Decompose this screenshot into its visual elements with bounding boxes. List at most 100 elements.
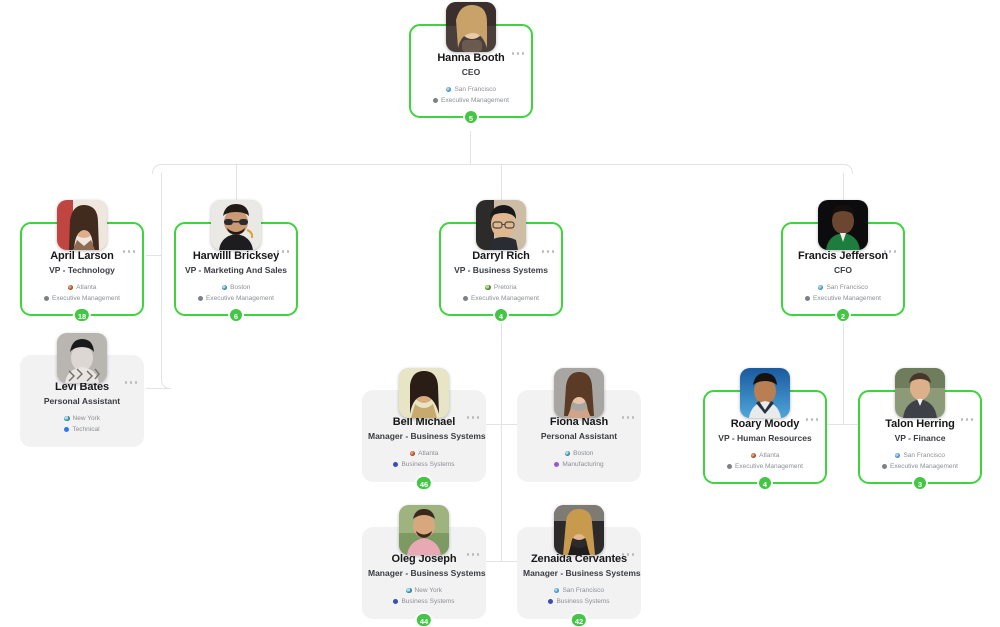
department-dot-icon: [548, 599, 554, 604]
person-title: CFO: [834, 265, 852, 275]
department-dot-icon: [882, 464, 888, 469]
department-dot-icon: [433, 98, 439, 103]
location-label: Boston: [230, 284, 251, 291]
more-options-icon[interactable]: [883, 250, 896, 253]
person-meta: Atlanta Executive Management: [711, 450, 819, 472]
avatar: [476, 200, 526, 250]
person-name: April Larson: [50, 250, 114, 262]
connector-branch-oleg: [484, 561, 502, 562]
location-label: San Francisco: [826, 284, 869, 291]
report-count-badge[interactable]: 18: [72, 307, 92, 323]
connector-branch-fiona: [501, 424, 518, 425]
location-row: Boston: [182, 282, 290, 293]
avatar: [399, 505, 449, 555]
department-dot-icon: [393, 599, 399, 604]
more-options-icon[interactable]: [466, 553, 479, 556]
location-row: Atlanta: [28, 282, 136, 293]
department-label: Business Systems: [401, 461, 455, 468]
connector-branch-roary: [827, 424, 844, 425]
person-title: VP - Human Resources: [718, 433, 812, 443]
person-name: Roary Moody: [730, 418, 800, 430]
report-count-badge[interactable]: 3: [912, 475, 928, 491]
department-row: Executive Management: [866, 461, 974, 472]
more-options-icon[interactable]: [466, 416, 479, 419]
more-options-icon[interactable]: [276, 250, 289, 253]
org-chart-canvas[interactable]: Hanna Booth CEO San Francisco Executive …: [0, 0, 1000, 627]
person-meta: New York Technical: [26, 413, 138, 435]
location-row: San Francisco: [866, 450, 974, 461]
report-count-badge[interactable]: 44: [414, 612, 434, 627]
globe-icon: [485, 284, 491, 291]
report-count-badge[interactable]: 5: [463, 109, 479, 125]
connector-branch-zenaida: [501, 561, 518, 562]
department-row: Executive Management: [789, 293, 897, 304]
department-dot-icon: [554, 462, 560, 467]
department-label: Executive Management: [890, 463, 958, 470]
person-meta: Atlanta Business Systems: [368, 448, 480, 470]
person-meta: Atlanta Executive Management: [28, 282, 136, 304]
department-dot-icon: [463, 296, 469, 301]
connector-darryl-spine: [501, 304, 502, 562]
more-options-icon[interactable]: [621, 553, 634, 556]
avatar: [818, 200, 868, 250]
more-options-icon[interactable]: [541, 250, 554, 253]
location-row: New York: [368, 585, 480, 596]
globe-icon: [564, 450, 571, 457]
location-label: Atlanta: [418, 450, 439, 457]
more-options-icon[interactable]: [511, 52, 524, 55]
report-count-badge[interactable]: 4: [493, 307, 509, 323]
report-count-badge[interactable]: 6: [228, 307, 244, 323]
department-label: Executive Management: [735, 463, 803, 470]
location-label: Pretoria: [493, 284, 517, 291]
more-options-icon[interactable]: [960, 418, 973, 421]
connector-branch-bell: [484, 424, 502, 425]
report-count-badge[interactable]: 4: [757, 475, 773, 491]
connector-ceo-bus-right: [470, 164, 845, 165]
department-row: Business Systems: [368, 596, 480, 607]
location-label: Atlanta: [759, 452, 780, 459]
location-row: San Francisco: [789, 282, 897, 293]
report-count-badge[interactable]: 46: [414, 475, 434, 491]
more-options-icon[interactable]: [122, 250, 135, 253]
department-dot-icon: [805, 296, 811, 301]
person-title: Personal Assistant: [540, 431, 618, 441]
person-meta: Boston Manufacturing: [523, 448, 635, 470]
person-title: VP - Finance: [894, 433, 946, 443]
department-label: Technical: [72, 426, 100, 433]
globe-icon: [750, 452, 757, 459]
department-label: Executive Management: [441, 97, 509, 104]
globe-icon: [894, 452, 901, 459]
report-count-badge[interactable]: 42: [569, 612, 589, 627]
connector-branch-levi: [146, 388, 171, 389]
department-row: Manufacturing: [523, 459, 635, 470]
more-options-icon[interactable]: [805, 418, 818, 421]
department-label: Executive Management: [813, 295, 881, 302]
department-row: Executive Management: [28, 293, 136, 304]
globe-icon: [64, 415, 70, 422]
location-label: Atlanta: [76, 284, 97, 291]
department-row: Business Systems: [368, 459, 480, 470]
avatar: [211, 200, 261, 250]
location-label: San Francisco: [454, 86, 497, 93]
avatar: [399, 368, 449, 418]
more-options-icon[interactable]: [124, 381, 137, 384]
more-options-icon[interactable]: [621, 416, 634, 419]
department-row: Executive Management: [447, 293, 555, 304]
location-row: Atlanta: [711, 450, 819, 461]
person-name: Francis Jefferson: [797, 250, 888, 262]
department-row: Executive Management: [711, 461, 819, 472]
department-label: Executive Management: [52, 295, 120, 302]
person-meta: Pretoria Executive Management: [447, 282, 555, 304]
report-count-badge[interactable]: 2: [835, 307, 851, 323]
location-label: San Francisco: [903, 452, 946, 459]
person-title: Manager - Business Systems: [368, 431, 486, 441]
connector-branch-april: [146, 255, 162, 256]
department-label: Business Systems: [556, 598, 610, 605]
person-meta: Boston Executive Management: [182, 282, 290, 304]
person-title: VP - Marketing And Sales: [184, 265, 288, 275]
location-label: San Francisco: [562, 587, 605, 594]
avatar: [446, 2, 496, 52]
department-dot-icon: [727, 464, 733, 469]
person-title: CEO: [461, 67, 481, 77]
department-label: Executive Management: [206, 295, 274, 302]
